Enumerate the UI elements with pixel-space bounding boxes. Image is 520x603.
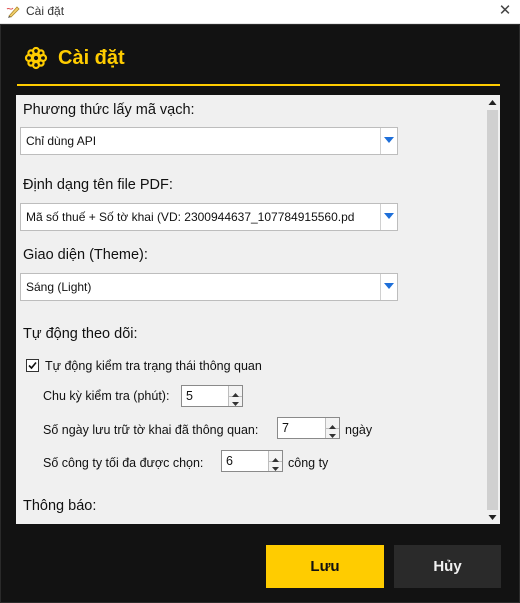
window-title: Cài đặt (26, 4, 65, 18)
auto-check-checkbox[interactable] (26, 359, 39, 372)
keep-days-unit: ngày (345, 423, 373, 437)
gear-icon (24, 46, 48, 70)
keep-days-value: 7 (282, 421, 289, 435)
auto-check-label[interactable]: Tự động kiểm tra trạng thái thông quan (45, 359, 262, 373)
chevron-down-icon[interactable] (380, 128, 397, 154)
barcode-method-label: Phương thức lấy mã vạch: (23, 102, 195, 118)
max-companies-unit: công ty (288, 456, 329, 470)
title-bar: Cài đặt ✕ (0, 0, 520, 24)
header-divider (17, 84, 500, 86)
vertical-scrollbar[interactable] (485, 95, 500, 524)
auto-monitor-label: Tự động theo dõi: (23, 326, 138, 342)
interval-label: Chu kỳ kiểm tra (phút): (43, 389, 170, 403)
max-companies-value: 6 (226, 454, 233, 468)
interval-value: 5 (186, 389, 193, 403)
pdf-name-select[interactable]: Mã số thuế + Số tờ khai (VD: 2300944637_… (20, 203, 398, 231)
interval-stepper[interactable]: 5 (181, 385, 243, 407)
theme-label: Giao diện (Theme): (23, 247, 148, 263)
scrollbar-thumb[interactable] (487, 110, 498, 510)
scroll-up-icon[interactable] (485, 96, 500, 110)
pdf-name-value: Mã số thuế + Số tờ khai (VD: 2300944637_… (26, 210, 355, 224)
page-title: Cài đặt (58, 46, 125, 69)
chevron-down-icon[interactable] (380, 274, 397, 300)
theme-value: Sáng (Light) (26, 280, 92, 294)
barcode-method-select[interactable]: Chỉ dùng API (20, 127, 398, 155)
scroll-down-icon[interactable] (485, 511, 500, 525)
page-header: Cài đặt (24, 42, 125, 74)
stepper-down-icon[interactable] (229, 396, 242, 406)
keep-days-label: Số ngày lưu trữ tờ khai đã thông quan: (43, 423, 259, 437)
keep-days-stepper[interactable]: 7 (277, 417, 340, 439)
barcode-method-value: Chỉ dùng API (26, 134, 97, 148)
pdf-name-label: Định dạng tên file PDF: (23, 177, 173, 193)
close-icon[interactable]: ✕ (490, 0, 520, 23)
save-button[interactable]: Lưu (266, 545, 384, 588)
chevron-down-icon[interactable] (380, 204, 397, 230)
pen-icon (6, 6, 20, 18)
stepper-down-icon[interactable] (269, 461, 282, 471)
settings-panel: Phương thức lấy mã vạch: Chỉ dùng API Đị… (16, 95, 485, 524)
max-companies-label: Số công ty tối đa được chọn: (43, 456, 204, 470)
cancel-button[interactable]: Hủy (394, 545, 501, 588)
notify-label: Thông báo: (23, 498, 97, 514)
max-companies-stepper[interactable]: 6 (221, 450, 283, 472)
theme-select[interactable]: Sáng (Light) (20, 273, 398, 301)
stepper-down-icon[interactable] (326, 428, 339, 438)
